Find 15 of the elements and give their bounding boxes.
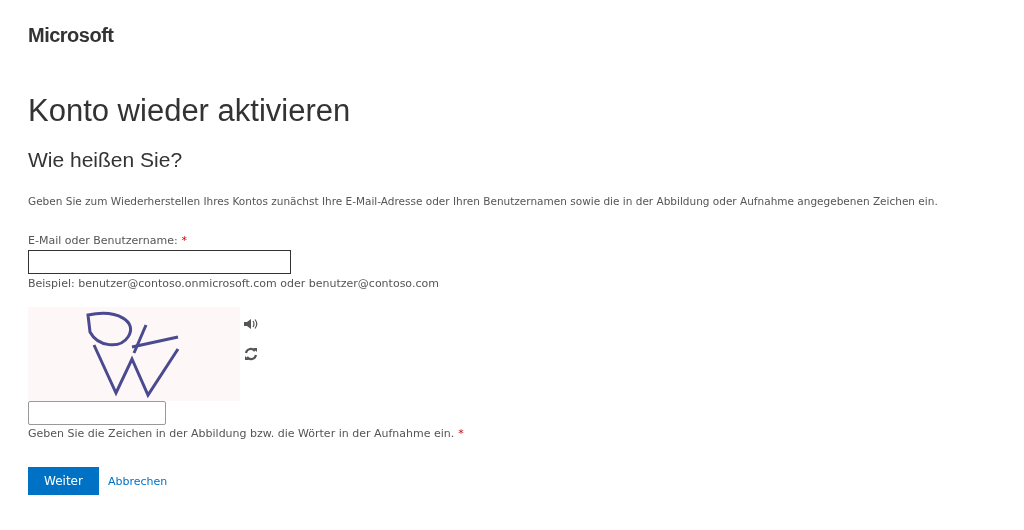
captcha-hint-text: Geben Sie die Zeichen in der Abbildung bzw. die Wörter in der Aufnahme ein. (28, 427, 455, 441)
example-text: Beispiel: benutzer@contoso.onmicrosoft.com oder benutzer@contoso.com (28, 277, 439, 291)
next-button[interactable]: Weiter (28, 467, 99, 495)
captcha-answer-field[interactable] (28, 401, 166, 425)
email-field[interactable] (28, 250, 291, 274)
required-mark: * (181, 234, 188, 248)
required-mark: * (458, 427, 464, 441)
speaker-icon[interactable] (244, 318, 258, 330)
field-label: E-Mail oder Benutzername: (28, 234, 178, 248)
refresh-icon[interactable] (244, 347, 258, 361)
cancel-link[interactable]: Abbrechen (107, 474, 168, 488)
instructions-text: Geben Sie zum Wiederherstellen Ihres Kontos zunächst Ihre E-Mail-Adresse oder Ihren Benutzernamen sowie die in der Abbildung oder Aufnahme angegebenen Zeichen ein. (28, 194, 938, 208)
section-heading: Wie heißen Sie? (28, 147, 183, 173)
logo-text: Microsoft (28, 24, 114, 46)
page-title: Konto wieder aktivieren (28, 92, 351, 130)
